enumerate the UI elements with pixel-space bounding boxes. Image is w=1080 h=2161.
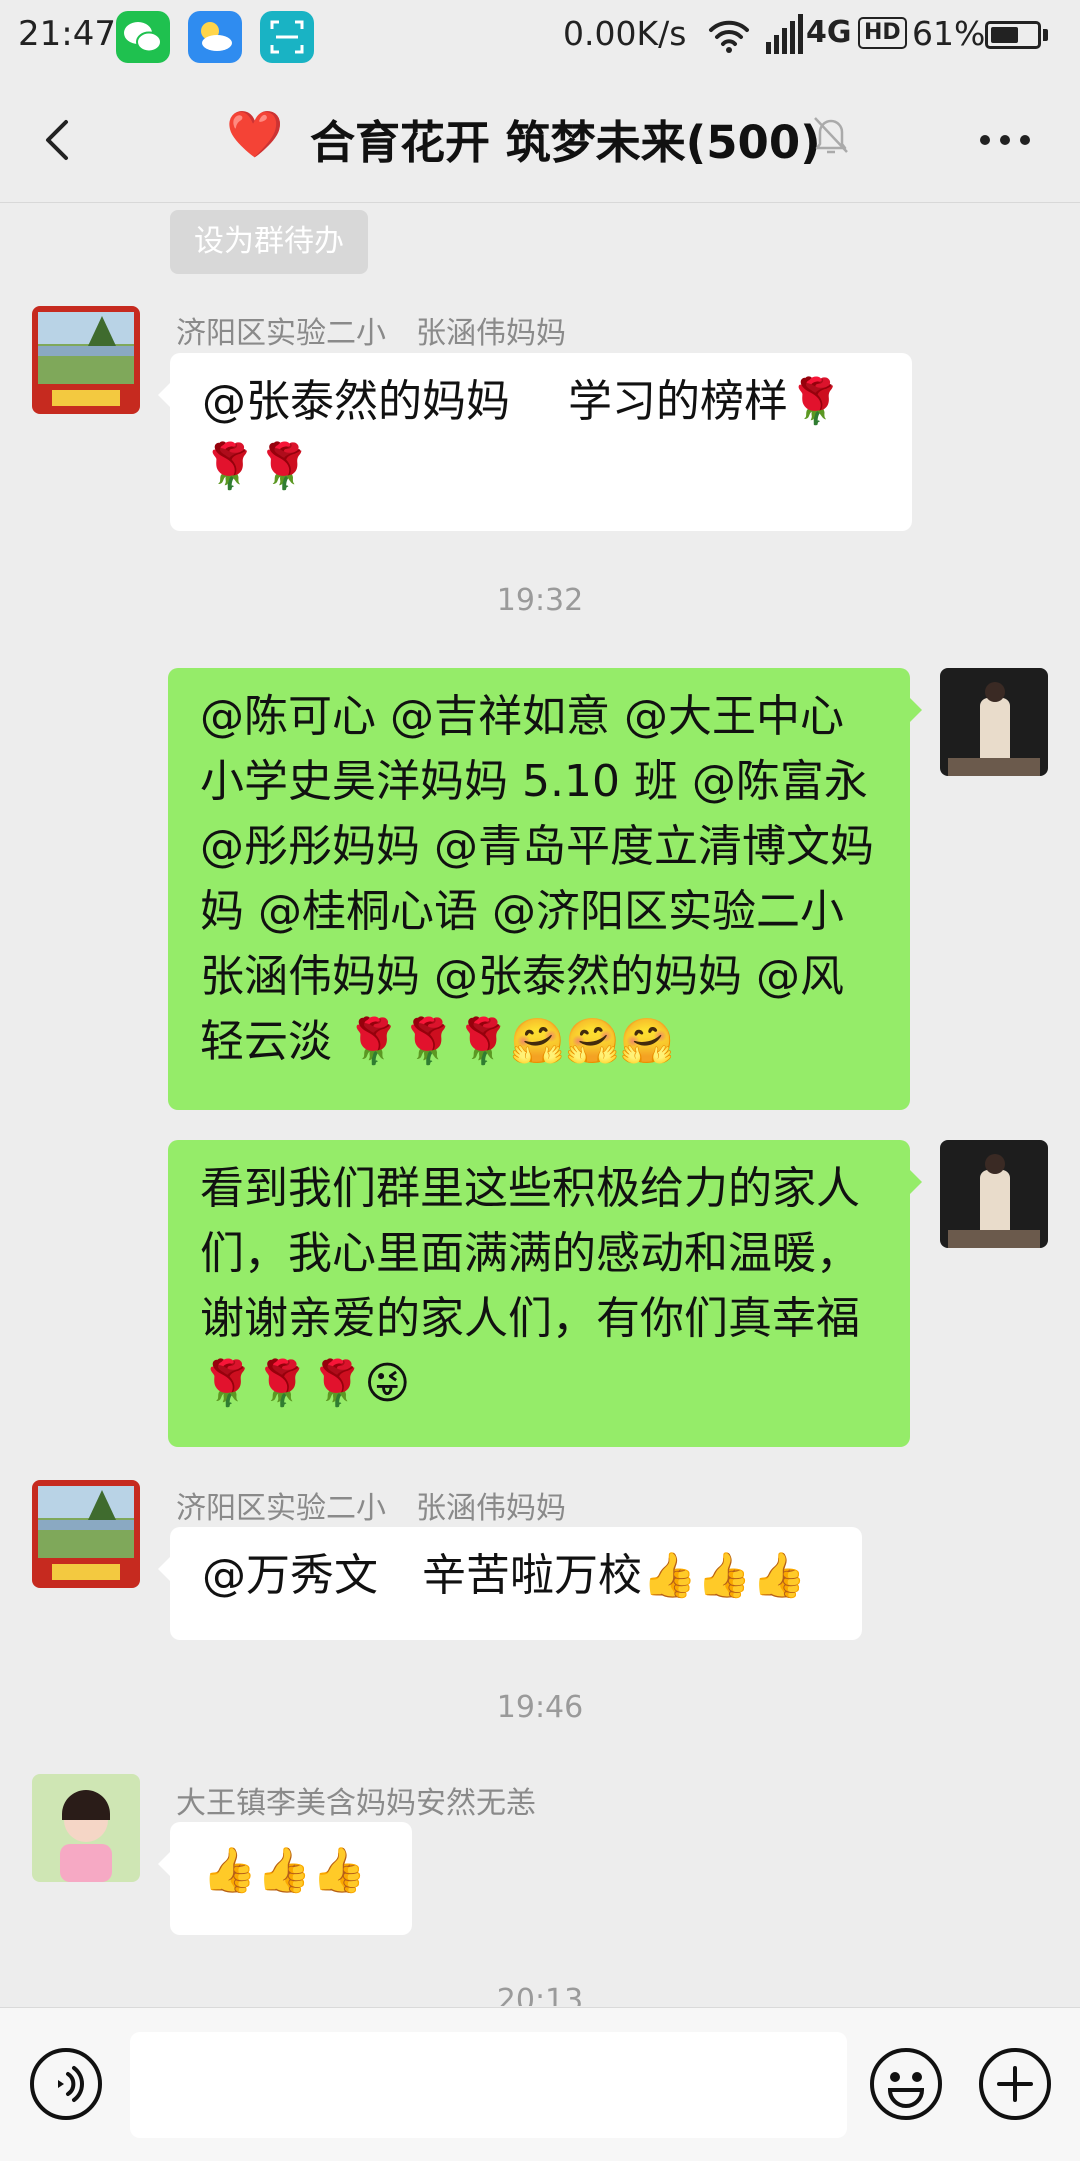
message-text: @陈可心 @吉祥如意 @大王中心小学史昊洋妈妈 5.10 班 @陈富永 @彤彤妈… [200, 691, 888, 1067]
input-bar [0, 2007, 1080, 2161]
status-bar: 21:47 0.00K/s 4G HD 61% [0, 0, 1080, 74]
message-text: 👍👍👍 [202, 1845, 367, 1896]
set-group-todo-button[interactable]: 设为群待办 [170, 210, 368, 274]
message-text: @万秀文 辛苦啦万校👍👍👍 [202, 1550, 807, 1601]
sender-name: 济阳区实验二小 张涵伟妈妈 [176, 1491, 566, 1526]
message-text: @张泰然的妈妈 学习的榜样🌹🌹🌹 [202, 376, 843, 492]
message-text: 看到我们群里这些积极给力的家人们，我心里面满满的感动和温暖，谢谢亲爱的家人们，有… [200, 1163, 860, 1409]
signal-icon [766, 14, 803, 54]
status-time: 21:47 [18, 14, 116, 54]
hd-badge: HD [858, 17, 907, 49]
avatar-self[interactable] [940, 1140, 1048, 1248]
battery-icon [985, 21, 1041, 49]
avatar[interactable] [32, 1774, 140, 1882]
avatar[interactable] [32, 1480, 140, 1588]
timestamp: 20:13 [496, 1983, 584, 2006]
message-bubble[interactable]: @万秀文 辛苦啦万校👍👍👍 [158, 1527, 862, 1640]
message-bubble[interactable]: 看到我们群里这些积极给力的家人们，我心里面满满的感动和温暖，谢谢亲爱的家人们，有… [168, 1140, 922, 1447]
message-bubble[interactable]: @张泰然的妈妈 学习的榜样🌹🌹🌹 [158, 353, 912, 531]
voice-input-icon[interactable] [28, 2046, 104, 2122]
avatar-self[interactable] [940, 668, 1048, 776]
message-bubble[interactable]: @陈可心 @吉祥如意 @大王中心小学史昊洋妈妈 5.10 班 @陈富永 @彤彤妈… [168, 668, 922, 1110]
more-options-icon[interactable] [975, 120, 1035, 160]
timestamp: 19:32 [496, 583, 584, 618]
emoji-icon[interactable] [868, 2046, 944, 2122]
network-type: 4G [806, 15, 852, 50]
mute-bell-icon [814, 117, 848, 154]
avatar[interactable] [32, 306, 140, 414]
timestamp: 19:46 [496, 1690, 584, 1725]
chat-header: ❤️ 合育花开 筑梦未来(500) [0, 74, 1080, 203]
sender-name: 济阳区实验二小 张涵伟妈妈 [176, 316, 566, 351]
wechat-icon [116, 11, 170, 63]
back-icon[interactable] [30, 110, 90, 170]
net-speed: 0.00K/s [563, 14, 687, 53]
sender-name: 大王镇李美含妈妈安然无恙 [176, 1786, 536, 1821]
weather-icon [188, 11, 242, 63]
message-bubble[interactable]: 👍👍👍 [158, 1822, 412, 1935]
heart-emoji: ❤️ [226, 107, 284, 161]
chat-title[interactable]: 合育花开 筑梦未来(500) [310, 106, 821, 171]
wifi-icon [709, 20, 749, 53]
battery-tip [1043, 29, 1048, 41]
scan-icon [260, 11, 314, 63]
message-input[interactable] [130, 2032, 847, 2138]
message-list[interactable]: 设为群待办 济阳区实验二小 张涵伟妈妈 @张泰然的妈妈 学习的榜样🌹🌹🌹 19:… [0, 203, 1080, 2006]
more-functions-icon[interactable] [977, 2046, 1053, 2122]
battery-percent: 61% [912, 14, 986, 53]
